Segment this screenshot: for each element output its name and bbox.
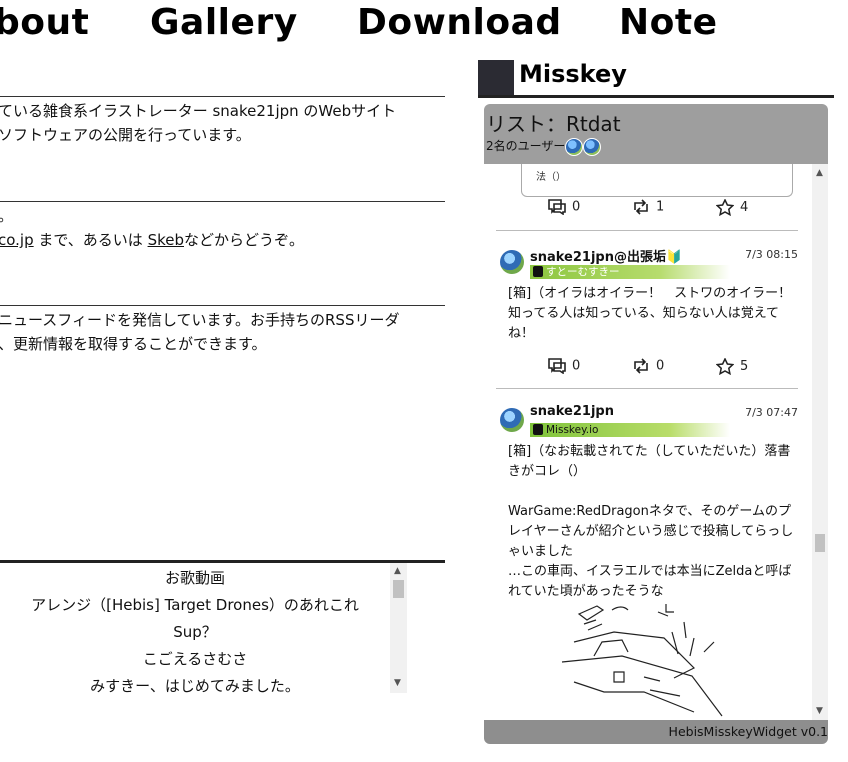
note-body: [箱]（なお転載されてた（していただいた）落書 きがコレ（） WarGame:R…	[508, 442, 798, 602]
note-separator	[496, 388, 798, 389]
renote-icon	[634, 358, 648, 374]
nav-note[interactable]: Note	[619, 2, 718, 43]
contact-text-end: などからどうぞ。	[184, 231, 305, 249]
note-username[interactable]: snake21jpn@出張垢🔰	[530, 246, 682, 265]
note-blank-line	[508, 482, 798, 502]
scroll-down-icon[interactable]: ▼	[394, 678, 401, 688]
video-item[interactable]: Sup？	[0, 621, 390, 642]
scroll-up-icon[interactable]: ▲	[394, 566, 401, 576]
nav-gallery[interactable]: Gallery	[150, 2, 298, 43]
widget-version: HebisMisskeyWidget v0.1	[668, 724, 828, 739]
renote-count: 0	[656, 358, 665, 374]
note-body: [箱]（オイラはオイラー！ ストワのオイラー！知ってる人は知っている、知らない人…	[508, 286, 792, 341]
instance-icon	[533, 266, 543, 277]
reply-button[interactable]: 0	[548, 358, 581, 375]
user-avatar[interactable]	[583, 137, 602, 156]
note-text-line: きがコレ（）	[508, 464, 587, 479]
user-count-label: 2名のユーザー	[486, 139, 566, 153]
quote-text: 法（）	[536, 172, 566, 183]
nav-about[interactable]: bout	[0, 2, 89, 43]
widget-header: リスト：Rtdat 2名のユーザー	[484, 104, 828, 164]
note-text-line: [箱]（なお転載されてた（していただいた）落書	[508, 444, 791, 459]
instance-badge: すとーむすきー	[530, 265, 730, 279]
note-feed[interactable]: 法（） 0 1 4 snake21jpn@出張垢🔰 7/3 08:15 すとーむ…	[484, 164, 828, 720]
note-text-line: WarGame:RedDragonネタで、そのゲームのプ	[508, 504, 791, 519]
user-avatar[interactable]	[565, 137, 584, 156]
contact-line-2: co.jp まで、あるいは Skebなどからどうぞ。	[0, 228, 304, 252]
reply-icon	[548, 358, 566, 375]
instance-badge: Misskey.io	[530, 423, 730, 437]
video-item[interactable]: お歌動画	[0, 567, 390, 588]
reaction-count: 4	[740, 200, 749, 215]
contact-text: まで、あるいは	[33, 231, 148, 249]
renote-count: 1	[656, 199, 665, 215]
reply-count: 0	[572, 199, 581, 215]
quoted-note[interactable]: 法（）	[521, 164, 793, 197]
note-text-line: れていた頃があったそうな	[508, 584, 664, 599]
reaction-button[interactable]: 5	[715, 357, 749, 376]
scroll-up-icon[interactable]: ▲	[816, 168, 823, 178]
note-username[interactable]: snake21jpn	[530, 404, 614, 419]
note-text-line: ゃいました	[508, 544, 574, 559]
widget-footer: HebisMisskeyWidget v0.1	[484, 720, 828, 744]
instance-name: Misskey.io	[546, 424, 599, 436]
list-title: リスト：Rtdat	[486, 112, 621, 136]
note-text-line: レイヤーさんが紹介という感じで投稿してらっし	[508, 524, 794, 539]
contact-email-link[interactable]: co.jp	[0, 231, 34, 249]
note-time[interactable]: 7/3 07:47	[745, 406, 798, 419]
skeb-link[interactable]: Skeb	[148, 231, 184, 249]
reaction-button[interactable]: 4	[715, 198, 749, 217]
reaction-count: 5	[740, 359, 749, 374]
star-icon	[715, 357, 735, 376]
note[interactable]: snake21jpn 7/3 07:47 Misskey.io [箱]（なお転載…	[484, 402, 812, 720]
scrollbar-thumb[interactable]	[815, 534, 825, 552]
instance-icon	[533, 424, 543, 435]
divider	[0, 96, 445, 97]
instance-name: すとーむすきー	[546, 266, 620, 278]
video-item[interactable]: アレンジ（[Hebis] Target Drones）のあれこれ	[0, 594, 390, 615]
note-actions: 0 1 4	[484, 198, 812, 219]
divider	[0, 201, 445, 202]
note[interactable]: snake21jpn@出張垢🔰 7/3 08:15 すとーむすきー [箱]（オイ…	[484, 244, 812, 390]
note-separator	[496, 230, 798, 231]
star-icon	[715, 198, 735, 217]
renote-icon	[634, 199, 648, 215]
note-actions: 0 0 5	[484, 357, 812, 378]
top-nav: bout Gallery Download Note	[0, 0, 848, 48]
reply-count: 0	[572, 358, 581, 374]
avatar[interactable]	[500, 250, 524, 274]
video-list[interactable]: お歌動画 アレンジ（[Hebis] Target Drones）のあれこれ Su…	[0, 560, 445, 693]
video-item[interactable]: みすきー、はじめてみました。	[0, 675, 390, 693]
video-item[interactable]: こごえるさむさ	[0, 648, 390, 669]
reply-button[interactable]: 0	[548, 199, 581, 216]
scroll-down-icon[interactable]: ▼	[816, 706, 823, 716]
intro-line-1: ている雑食系イラストレーター snake21jpn のWebサイト	[0, 102, 397, 120]
intro-line-2: ソフトウェアの公開を行っています。	[0, 126, 251, 144]
divider	[0, 305, 445, 306]
rss-line-1: ニュースフィードを発信しています。お手持ちのRSSリーダ	[0, 311, 400, 329]
reply-icon	[548, 199, 566, 216]
misskey-heading-underline	[478, 95, 834, 98]
scrollbar-thumb[interactable]	[393, 580, 404, 598]
note-time[interactable]: 7/3 08:15	[745, 248, 798, 261]
misskey-title-marker	[478, 60, 514, 96]
video-list-scrollbar[interactable]: ▲ ▼	[390, 563, 407, 693]
avatar[interactable]	[500, 408, 524, 432]
feed-scrollbar[interactable]: ▲ ▼	[812, 164, 828, 720]
renote-button[interactable]: 0	[632, 358, 664, 374]
misskey-heading: Misskey	[519, 60, 627, 88]
contact-line-1: 。	[0, 204, 13, 228]
user-count: 2名のユーザー	[486, 137, 602, 156]
note-text-line: …この車両、イスラエルでは本当にZeldaと呼ば	[508, 564, 792, 579]
rss-line-2: 、更新情報を取得することができます。	[0, 335, 267, 353]
misskey-widget: リスト：Rtdat 2名のユーザー 法（） 0 1 4 snake21jpn@出…	[484, 104, 828, 744]
nav-download[interactable]: Download	[357, 2, 562, 43]
tank-sketch-image[interactable]	[554, 602, 734, 720]
renote-button[interactable]: 1	[632, 199, 664, 215]
